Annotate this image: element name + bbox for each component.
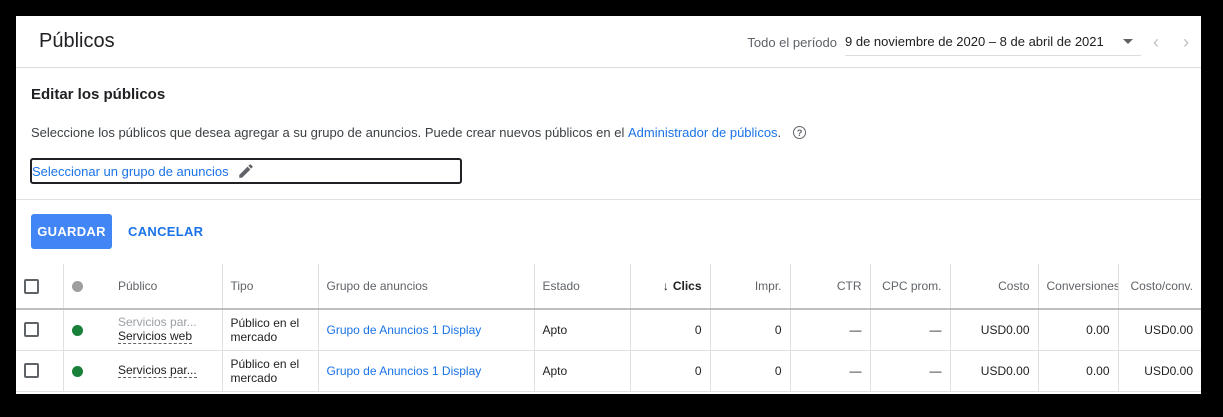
save-button[interactable]: GUARDAR xyxy=(31,214,112,249)
header-clics-label: Clics xyxy=(672,279,702,293)
ad-group-selector[interactable]: Seleccionar un grupo de anuncios xyxy=(30,158,462,184)
cancel-button[interactable]: CANCELAR xyxy=(128,214,203,249)
audience-category: Servicios par... xyxy=(118,315,197,330)
chevron-down-icon xyxy=(1123,39,1133,44)
table-header-row: Público Tipo Grupo de anuncios Estado ↓ C… xyxy=(16,264,1201,310)
section-title: Editar los públicos xyxy=(31,86,166,103)
cell-ctr: — xyxy=(790,309,871,351)
help-icon[interactable]: ? xyxy=(793,126,807,139)
cell-conversiones: 0.00 xyxy=(1038,350,1119,392)
cell-publico: Servicios par... Servicios web xyxy=(110,309,223,351)
cell-publico: Servicios par... xyxy=(110,350,223,392)
description-period: . xyxy=(777,125,782,140)
header-costo-conv[interactable]: Costo/conv. xyxy=(1118,264,1201,310)
header-impr[interactable]: Impr. xyxy=(710,264,791,310)
status-dot-icon xyxy=(71,325,83,337)
cell-estado: Apto xyxy=(534,309,631,351)
row-checkbox[interactable] xyxy=(24,363,39,379)
page-header: Públicos Todo el período 9 de noviembre … xyxy=(16,16,1201,68)
select-all-cell xyxy=(16,264,64,310)
audience-name[interactable]: Servicios web xyxy=(118,329,193,345)
header-publico[interactable]: Público xyxy=(110,264,223,310)
row-checkbox[interactable] xyxy=(24,322,39,338)
period-dropdown[interactable]: 9 de noviembre de 2020 – 8 de abril de 2… xyxy=(845,28,1141,56)
chevron-left-icon[interactable]: ‹ xyxy=(1141,32,1171,53)
cell-estado: Apto xyxy=(534,350,631,392)
date-range-picker: Todo el período 9 de noviembre de 2020 –… xyxy=(747,16,1201,68)
select-all-checkbox[interactable] xyxy=(24,278,39,294)
header-cpc[interactable]: CPC prom. xyxy=(870,264,951,310)
cell-conversiones: 0.00 xyxy=(1038,309,1119,351)
ad-group-selector-label: Seleccionar un grupo de anuncios xyxy=(32,163,229,179)
cell-tipo: Público en el mercado xyxy=(222,309,319,351)
header-tipo[interactable]: Tipo xyxy=(222,264,319,310)
cell-costo: USD0.00 xyxy=(950,309,1039,351)
cell-impr: 0 xyxy=(710,350,791,392)
row-checkbox-cell xyxy=(16,309,64,351)
header-ctr[interactable]: CTR xyxy=(790,264,871,310)
audience-manager-link[interactable]: Administrador de públicos xyxy=(628,125,778,140)
description: Seleccione los públicos que desea agrega… xyxy=(31,125,807,140)
chevron-right-icon[interactable]: › xyxy=(1171,32,1201,53)
header-estado[interactable]: Estado xyxy=(534,264,631,310)
cell-impr: 0 xyxy=(710,309,791,351)
audience-name[interactable]: Servicios par... xyxy=(118,363,197,378)
cell-cpc: — xyxy=(870,309,951,351)
cell-costo-conv: USD0.00 xyxy=(1118,350,1201,392)
pencil-icon xyxy=(238,164,253,178)
page-title: Públicos xyxy=(39,30,115,52)
cell-cpc: — xyxy=(870,350,951,392)
header-conversiones[interactable]: Conversiones xyxy=(1038,264,1119,310)
table-row: Servicios par... Público en el mercado G… xyxy=(16,350,1201,392)
header-clics[interactable]: ↓ Clics xyxy=(630,264,711,310)
arrow-down-icon: ↓ xyxy=(662,279,669,293)
cell-grupo[interactable]: Grupo de Anuncios 1 Display xyxy=(318,309,535,351)
cell-clics: 0 xyxy=(630,350,711,392)
cell-costo: USD0.00 xyxy=(950,350,1039,392)
period-range-text: 9 de noviembre de 2020 – 8 de abril de 2… xyxy=(845,34,1104,49)
header-costo[interactable]: Costo xyxy=(950,264,1039,310)
description-text: Seleccione los públicos que desea agrega… xyxy=(31,125,625,140)
cell-clics: 0 xyxy=(630,309,711,351)
cell-costo-conv: USD0.00 xyxy=(1118,309,1201,351)
header-grupo[interactable]: Grupo de anuncios xyxy=(318,264,535,310)
cell-ctr: — xyxy=(790,350,871,392)
divider xyxy=(16,199,1201,200)
cell-grupo[interactable]: Grupo de Anuncios 1 Display xyxy=(318,350,535,392)
status-dot-icon xyxy=(71,281,83,293)
audiences-panel: Públicos Todo el período 9 de noviembre … xyxy=(16,16,1201,394)
table-row: Servicios par... Servicios web Público e… xyxy=(16,309,1201,351)
row-checkbox-cell xyxy=(16,350,64,392)
audiences-table: Público Tipo Grupo de anuncios Estado ↓ C… xyxy=(16,264,1201,392)
row-status-cell xyxy=(63,309,110,351)
row-status-cell xyxy=(63,350,110,392)
period-label: Todo el período xyxy=(747,34,837,50)
cell-tipo: Público en el mercado xyxy=(222,350,319,392)
status-header-cell xyxy=(63,264,110,310)
status-dot-icon xyxy=(71,365,83,377)
